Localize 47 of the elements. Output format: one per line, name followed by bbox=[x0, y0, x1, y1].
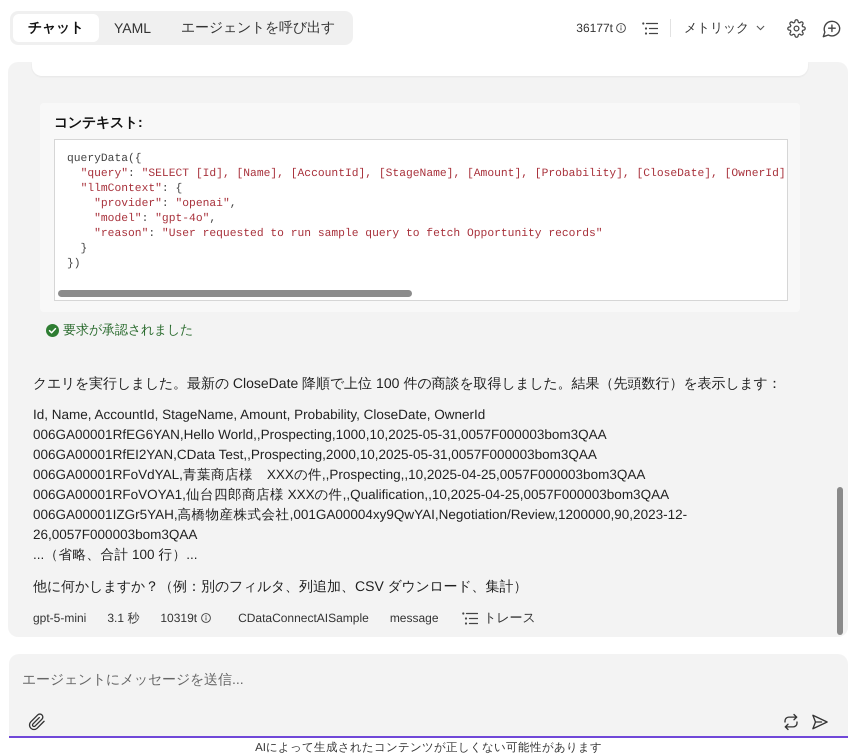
message-type: message bbox=[390, 611, 439, 625]
chevron-down-icon bbox=[756, 25, 765, 31]
context-title: コンテキスト: bbox=[54, 113, 143, 132]
code-line: }) bbox=[67, 257, 81, 272]
code-line: "query": "SELECT [Id], [Name], [AccountId], [StageName], [Amount], [Probability], [CloseDate], [OwnerId] bbox=[80, 167, 786, 182]
tab[interactable]: エージェントを呼び出す bbox=[166, 14, 350, 42]
code-line: "model": "gpt-4o", bbox=[93, 212, 216, 227]
metrics-dropdown[interactable]: メトリック bbox=[684, 19, 765, 37]
token-count: 36177t bbox=[576, 21, 613, 35]
code-line: "llmContext": { bbox=[80, 182, 182, 197]
settings-icon[interactable] bbox=[787, 18, 806, 38]
response-time: 3.1 秒 bbox=[107, 610, 140, 626]
new-chat-icon[interactable] bbox=[822, 18, 841, 38]
token-count: 10319t bbox=[160, 611, 198, 625]
check-circle-icon bbox=[46, 324, 59, 336]
list-icon[interactable] bbox=[642, 22, 658, 34]
data-line: 26,0057F000003bom3QAA bbox=[33, 526, 198, 544]
message-text: 他に何かしますか？（例：別のフィルタ、列追加、CSV ダウンロード、集計） bbox=[33, 577, 528, 596]
scrollbar-thumb[interactable] bbox=[58, 290, 412, 297]
data-line: ...（省略、合計 100 行）... bbox=[33, 546, 198, 564]
code-line: "reason": "User requested to run sample query to fetch Opportunity records" bbox=[93, 227, 603, 242]
source-name: CDataConnectAISample bbox=[238, 611, 369, 625]
approval-status: 要求が承認されました bbox=[63, 322, 193, 338]
loop-arrows-icon[interactable] bbox=[782, 713, 800, 731]
data-line: 006GA00001RFoVdYAL,青葉商店様 XXXの件,,Prospecting,,10,2025-04-25,0057F000003bom3QAA bbox=[33, 466, 646, 484]
data-line: Id, Name, AccountId, StageName, Amount, Probability, CloseDate, OwnerId bbox=[33, 406, 486, 424]
message-input[interactable]: エージェントにメッセージを送信... bbox=[22, 668, 829, 690]
tab[interactable]: チャット bbox=[13, 14, 99, 42]
paperclip-icon[interactable] bbox=[28, 713, 46, 731]
data-line: 006GA00001RfEG6YAN,Hello World,,Prospecting,1000,10,2025-05-31,0057F000003bom3QAA bbox=[33, 426, 607, 444]
scrollbar-thumb[interactable] bbox=[837, 487, 843, 635]
message-text: クエリを実行しました。最新の CloseDate 降順で上位 100 件の商談を取得しました。結果（先頭数行）を表示します： bbox=[33, 374, 782, 393]
disclaimer-text: AIによって生成されたコンテンツが正しくない可能性があります bbox=[255, 742, 602, 754]
code-line: queryData({ bbox=[67, 152, 142, 167]
tab[interactable]: YAML bbox=[99, 14, 166, 42]
code-line: "provider": "openai", bbox=[93, 197, 236, 212]
list-icon bbox=[462, 612, 478, 624]
code-line: } bbox=[80, 242, 88, 257]
model-name: gpt-5-mini bbox=[33, 611, 86, 625]
send-icon[interactable] bbox=[811, 713, 829, 731]
data-line: 006GA00001RFoVOYA1,仙台四郎商店様 XXXの件,,Qualification,,10,2025-04-25,0057F000003bom3QAA bbox=[33, 486, 670, 504]
trace-button[interactable]: トレース bbox=[462, 609, 536, 627]
info-icon[interactable] bbox=[201, 613, 212, 623]
info-icon[interactable] bbox=[616, 23, 626, 33]
message-composer[interactable]: エージェントにメッセージを送信... bbox=[9, 654, 848, 738]
data-line: 006GA00001IZGr5YAH,高橋物産株式会社,001GA00004xy9QwYAI,Negotiation/Review,1200000,90,2023-12- bbox=[33, 506, 688, 524]
data-line: 006GA00001RfEI2YAN,CData Test,,Prospecting,2000,10,2025-05-31,0057F000003bom3QAA bbox=[33, 446, 597, 464]
